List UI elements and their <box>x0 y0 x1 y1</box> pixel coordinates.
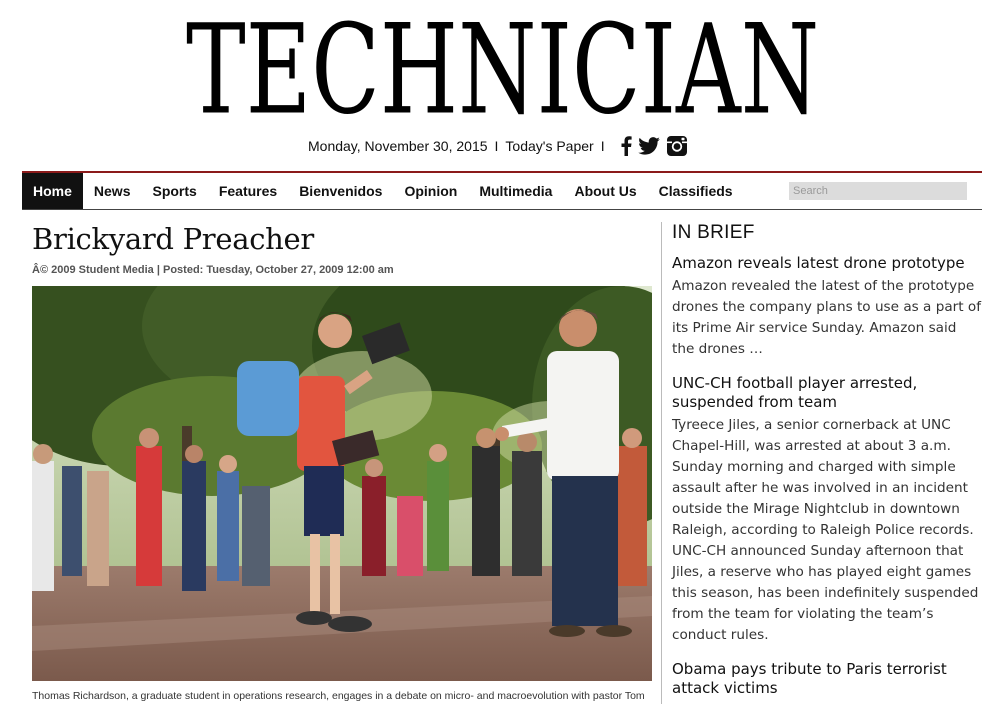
article: Brickyard Preacher Â© 2009 Student Media… <box>32 218 652 702</box>
in-brief-sidebar: IN BRIEF Amazon reveals latest drone pro… <box>672 222 982 712</box>
nav-item-news[interactable]: News <box>83 173 142 209</box>
brief-item-title[interactable]: UNC-CH football player arrested, suspend… <box>672 374 982 412</box>
brief-item: Obama pays tribute to Paris terrorist at… <box>672 660 982 698</box>
brief-item: UNC-CH football player arrested, suspend… <box>672 374 982 646</box>
social-links <box>620 135 688 157</box>
dateline: Monday, November 30, 2015 I Today's Pape… <box>308 134 688 158</box>
site-logo[interactable]: TECHNICIAN <box>186 0 819 142</box>
brief-item-title[interactable]: Amazon reveals latest drone prototype <box>672 254 982 273</box>
nav-item-sports[interactable]: Sports <box>141 173 207 209</box>
todays-paper-link[interactable]: Today's Paper <box>505 138 593 154</box>
logo-text: TECHNICIAN <box>186 0 820 142</box>
nav-item-home[interactable]: Home <box>22 173 83 209</box>
masthead: TECHNICIAN Monday, November 30, 2015 I T… <box>0 0 1005 170</box>
article-photo[interactable] <box>32 286 652 681</box>
nav-item-opinion[interactable]: Opinion <box>393 173 468 209</box>
sidebar-divider <box>661 222 662 704</box>
brief-item-body: Amazon revealed the latest of the protot… <box>672 278 982 357</box>
nav-item-bienvenidos[interactable]: Bienvenidos <box>288 173 393 209</box>
main-nav: Home News Sports Features Bienvenidos Op… <box>22 173 982 210</box>
instagram-icon[interactable] <box>666 135 688 157</box>
twitter-icon[interactable] <box>637 135 660 157</box>
search-input[interactable] <box>789 182 967 200</box>
article-byline: Â© 2009 Student Media | Posted: Tuesday,… <box>32 264 394 276</box>
nav-item-about-us[interactable]: About Us <box>563 173 647 209</box>
facebook-icon[interactable] <box>620 135 632 157</box>
nav-item-features[interactable]: Features <box>208 173 288 209</box>
brief-item-title[interactable]: Obama pays tribute to Paris terrorist at… <box>672 660 982 698</box>
dateline-separator: I <box>600 138 605 154</box>
brief-item-body: Tyreece Jiles, a senior cornerback at UN… <box>672 417 979 643</box>
dateline-separator: I <box>494 138 499 154</box>
brief-item: Amazon reveals latest drone prototype Am… <box>672 254 982 360</box>
photo-caption: Thomas Richardson, a graduate student in… <box>32 690 645 702</box>
current-date: Monday, November 30, 2015 <box>308 138 488 154</box>
nav-item-classifieds[interactable]: Classifieds <box>648 173 744 209</box>
article-photo-illustration <box>32 286 652 681</box>
article-headline: Brickyard Preacher <box>32 222 314 256</box>
nav-item-multimedia[interactable]: Multimedia <box>468 173 563 209</box>
in-brief-heading: IN BRIEF <box>672 222 755 243</box>
